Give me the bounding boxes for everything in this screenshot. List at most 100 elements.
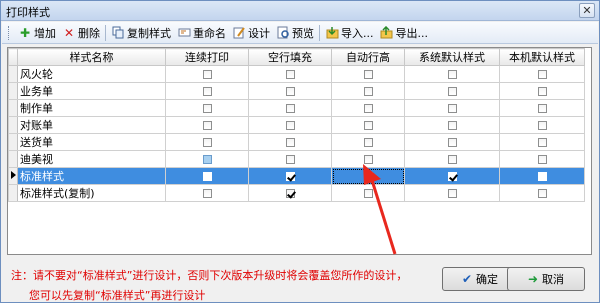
table-row[interactable]: 制作单	[8, 99, 585, 117]
continuous-print-cell[interactable]	[165, 99, 249, 117]
style-name-cell[interactable]: 业务单	[17, 82, 166, 100]
system-default-cell[interactable]	[404, 133, 500, 151]
local-default-cell[interactable]	[499, 82, 585, 100]
continuous-print-checkbox[interactable]	[202, 87, 212, 96]
auto-row-height-checkbox[interactable]	[363, 70, 373, 79]
auto-row-height-checkbox[interactable]	[363, 87, 373, 96]
column-header-local-default[interactable]: 本机默认样式	[499, 48, 585, 66]
local-default-cell[interactable]	[499, 116, 585, 134]
continuous-print-cell[interactable]	[165, 184, 249, 202]
local-default-checkbox[interactable]	[537, 70, 547, 79]
local-default-cell[interactable]	[499, 184, 585, 202]
column-header-blank-fill[interactable]: 空行填充	[248, 48, 332, 66]
column-header-auto-row-height[interactable]: 自动行高	[331, 48, 405, 66]
auto-row-height-checkbox[interactable]	[363, 138, 373, 147]
system-default-checkbox[interactable]	[447, 189, 457, 198]
style-name-cell[interactable]: 风火轮	[17, 65, 166, 83]
column-header-system-default[interactable]: 系统默认样式	[404, 48, 500, 66]
local-default-cell[interactable]	[499, 65, 585, 83]
export-button[interactable]: 导出...	[377, 23, 432, 43]
style-name-cell[interactable]: 制作单	[17, 99, 166, 117]
system-default-checkbox[interactable]	[447, 138, 457, 147]
local-default-checkbox[interactable]	[537, 104, 547, 113]
blank-fill-checkbox[interactable]	[285, 87, 295, 96]
style-name-cell[interactable]: 对账单	[17, 116, 166, 134]
cancel-button[interactable]: ➜ 取消	[507, 267, 585, 291]
import-button[interactable]: 导入...	[322, 23, 377, 43]
continuous-print-checkbox[interactable]	[202, 155, 212, 164]
continuous-print-checkbox[interactable]	[202, 172, 212, 181]
continuous-print-checkbox[interactable]	[202, 189, 212, 198]
table-row[interactable]: 风火轮	[8, 65, 585, 83]
blank-fill-checkbox[interactable]	[285, 104, 295, 113]
row-indicator[interactable]	[8, 150, 18, 168]
rename-button[interactable]: 重命名	[174, 23, 229, 43]
local-default-checkbox[interactable]	[537, 189, 547, 198]
style-name-cell[interactable]: 标准样式(复制)	[17, 184, 166, 202]
delete-button[interactable]: ✕ 删除	[59, 23, 103, 43]
system-default-checkbox[interactable]	[447, 121, 457, 130]
system-default-cell[interactable]	[404, 82, 500, 100]
auto-row-height-cell[interactable]	[331, 99, 405, 117]
system-default-cell[interactable]	[404, 150, 500, 168]
auto-row-height-checkbox[interactable]	[363, 155, 373, 164]
table-row[interactable]: 迪美视	[8, 150, 585, 168]
continuous-print-cell[interactable]	[165, 133, 249, 151]
row-indicator[interactable]	[8, 133, 18, 151]
system-default-checkbox[interactable]	[447, 87, 457, 96]
toolbar-grip[interactable]	[8, 25, 11, 40]
local-default-checkbox[interactable]	[537, 121, 547, 130]
local-default-checkbox[interactable]	[537, 172, 547, 181]
blank-fill-checkbox[interactable]	[285, 172, 295, 181]
auto-row-height-checkbox[interactable]	[363, 172, 373, 181]
add-button[interactable]: ✚ 增加	[15, 23, 59, 43]
continuous-print-cell[interactable]	[165, 167, 249, 185]
row-indicator[interactable]	[8, 184, 18, 202]
close-button[interactable]: ✕	[579, 3, 595, 18]
row-indicator[interactable]	[8, 167, 18, 185]
copy-style-button[interactable]: 复制样式	[108, 23, 174, 43]
system-default-cell[interactable]	[404, 167, 500, 185]
continuous-print-checkbox[interactable]	[202, 70, 212, 79]
auto-row-height-checkbox[interactable]	[363, 121, 373, 130]
auto-row-height-cell[interactable]	[331, 150, 405, 168]
blank-fill-cell[interactable]	[248, 184, 332, 202]
blank-fill-cell[interactable]	[248, 133, 332, 151]
system-default-checkbox[interactable]	[447, 70, 457, 79]
row-indicator[interactable]	[8, 65, 18, 83]
row-indicator[interactable]	[8, 82, 18, 100]
auto-row-height-cell[interactable]	[331, 82, 405, 100]
style-name-cell[interactable]: 迪美视	[17, 150, 166, 168]
blank-fill-checkbox[interactable]	[285, 138, 295, 147]
column-header-style-name[interactable]: 样式名称	[17, 48, 166, 66]
local-default-cell[interactable]	[499, 99, 585, 117]
system-default-checkbox[interactable]	[447, 155, 457, 164]
local-default-checkbox[interactable]	[537, 138, 547, 147]
table-row[interactable]: 对账单	[8, 116, 585, 134]
style-name-cell[interactable]: 标准样式	[17, 167, 166, 185]
system-default-checkbox[interactable]	[447, 172, 457, 181]
local-default-checkbox[interactable]	[537, 87, 547, 96]
continuous-print-cell[interactable]	[165, 150, 249, 168]
local-default-cell[interactable]	[499, 167, 585, 185]
blank-fill-cell[interactable]	[248, 116, 332, 134]
preview-button[interactable]: 预览	[273, 23, 317, 43]
table-row[interactable]: 标准样式	[8, 167, 585, 185]
auto-row-height-checkbox[interactable]	[363, 189, 373, 198]
continuous-print-cell[interactable]	[165, 116, 249, 134]
auto-row-height-cell[interactable]	[331, 65, 405, 83]
blank-fill-cell[interactable]	[248, 99, 332, 117]
row-indicator[interactable]	[8, 99, 18, 117]
blank-fill-checkbox[interactable]	[285, 121, 295, 130]
continuous-print-cell[interactable]	[165, 65, 249, 83]
blank-fill-checkbox[interactable]	[285, 189, 295, 198]
blank-fill-cell[interactable]	[248, 167, 332, 185]
row-indicator[interactable]	[8, 116, 18, 134]
system-default-cell[interactable]	[404, 65, 500, 83]
table-row[interactable]: 标准样式(复制)	[8, 184, 585, 202]
blank-fill-cell[interactable]	[248, 65, 332, 83]
local-default-checkbox[interactable]	[537, 155, 547, 164]
auto-row-height-cell[interactable]	[331, 116, 405, 134]
system-default-cell[interactable]	[404, 184, 500, 202]
continuous-print-checkbox[interactable]	[202, 121, 212, 130]
